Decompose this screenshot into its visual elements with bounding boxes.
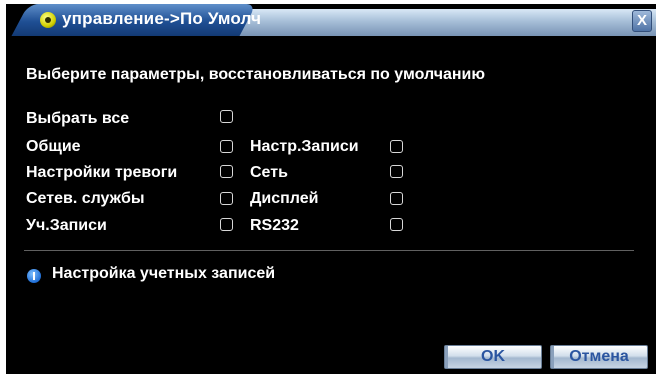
close-button[interactable]: X [632, 10, 652, 32]
option-label-rs232: RS232 [250, 217, 299, 234]
option-checkbox-rs232[interactable] [390, 218, 403, 231]
title-bar: управление->По Умолч X [6, 4, 656, 36]
option-label-alarm-settings: Настройки тревоги [26, 164, 178, 181]
option-checkbox-network[interactable] [390, 165, 403, 178]
select-all-checkbox[interactable] [220, 110, 233, 123]
app-logo-icon [40, 12, 56, 28]
default-settings-dialog: управление->По Умолч X Выберите параметр… [6, 4, 656, 374]
option-label-record-settings: Настр.Записи [250, 138, 359, 155]
option-label-accounts: Уч.Записи [26, 217, 107, 234]
ok-button[interactable]: OK [444, 345, 542, 369]
option-label-network: Сеть [250, 164, 288, 181]
option-label-network-services: Сетев. службы [26, 190, 145, 207]
option-checkbox-display[interactable] [390, 192, 403, 205]
info-icon [27, 269, 41, 283]
divider [24, 250, 634, 251]
option-checkbox-network-services[interactable] [220, 192, 233, 205]
instruction-text: Выберите параметры, восстановливаться по… [26, 66, 486, 83]
info-text: Настройка учетных записей [52, 265, 276, 282]
option-checkbox-alarm-settings[interactable] [220, 165, 233, 178]
option-checkbox-general[interactable] [220, 140, 233, 153]
option-label-display: Дисплей [250, 190, 319, 207]
dialog-content: Выберите параметры, восстановливаться по… [6, 36, 656, 374]
title-bar-strip [230, 9, 656, 36]
option-label-general: Общие [26, 138, 81, 155]
option-checkbox-record-settings[interactable] [390, 140, 403, 153]
option-checkbox-accounts[interactable] [220, 218, 233, 231]
dialog-title: управление->По Умолч [62, 9, 262, 28]
select-all-label: Выбрать все [26, 110, 130, 127]
cancel-button[interactable]: Отмена [550, 345, 648, 369]
